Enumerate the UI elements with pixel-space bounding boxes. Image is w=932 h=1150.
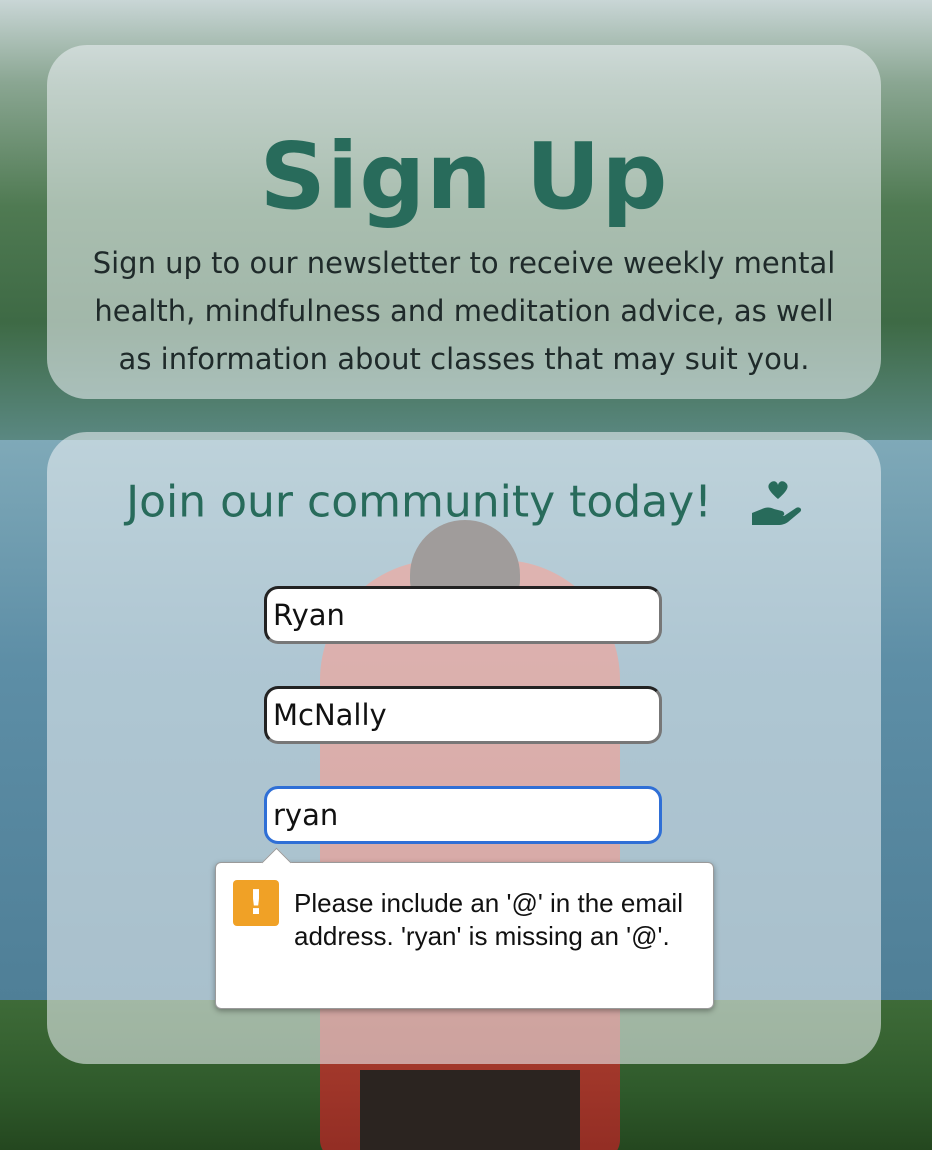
form-heading-label: Join our community today!: [126, 476, 712, 528]
hiker-legs: [360, 1070, 580, 1150]
warning-icon: !: [233, 880, 279, 926]
hand-holding-heart-icon: [751, 481, 801, 525]
validation-tooltip: ! Please include an '@' in the email add…: [215, 847, 714, 1009]
email-input[interactable]: [264, 786, 662, 844]
intro-card: Sign Up Sign up to our newsletter to rec…: [47, 45, 881, 399]
first-name-input[interactable]: [264, 586, 662, 644]
validation-message: Please include an '@' in the email addre…: [294, 888, 683, 951]
form-heading: Join our community today!: [0, 474, 932, 528]
intro-text: Sign up to our newsletter to receive wee…: [92, 246, 836, 376]
page-title: Sign Up: [259, 123, 669, 230]
last-name-input[interactable]: [264, 686, 662, 744]
